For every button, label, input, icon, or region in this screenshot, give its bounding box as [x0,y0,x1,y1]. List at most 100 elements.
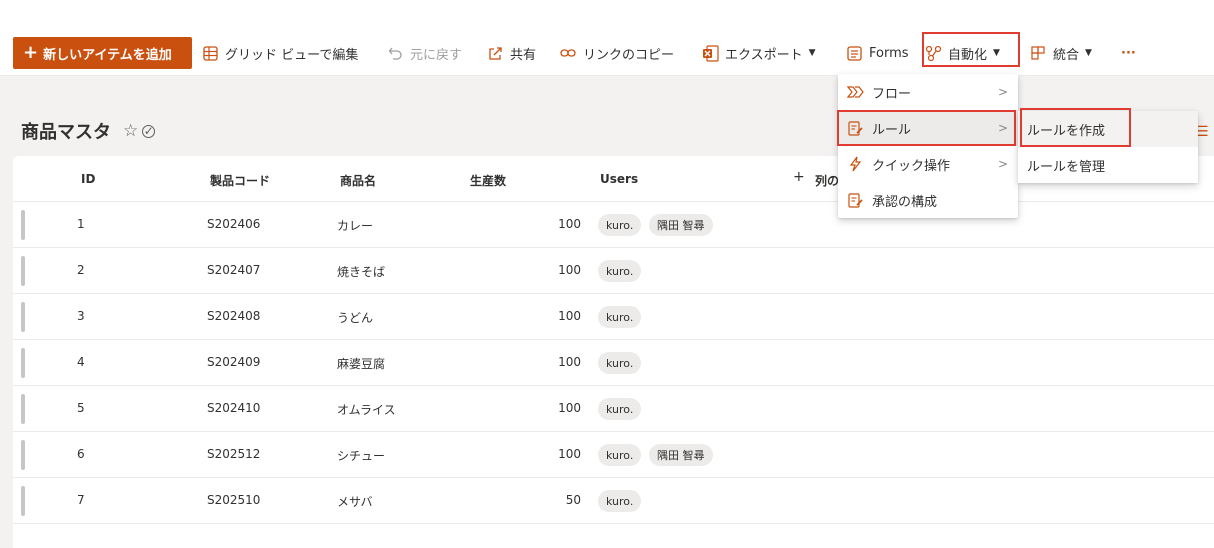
menu-item-approval[interactable]: 承認の構成 [838,182,1018,218]
row-selection-bar[interactable] [21,210,25,240]
column-header-name[interactable]: 商品名 [340,172,376,189]
cell-id: 2 [77,263,85,277]
column-header-id[interactable]: ID [81,172,95,186]
menu-item-flow[interactable]: フロー > [838,74,1018,110]
grid-edit-button[interactable]: グリッド ビューで編集 [201,37,358,69]
integrate-label: 統合 [1053,47,1080,63]
cell-name: カレー [337,219,374,233]
row-selection-bar[interactable] [21,348,25,378]
link-icon [559,44,577,62]
row-selection-bar[interactable] [21,486,25,516]
menu-item-quick-action[interactable]: クイック操作 > [838,146,1018,182]
grid-edit-label: グリッド ビューで編集 [225,47,359,63]
cell-name: 焼きそば [337,265,386,279]
add-column-plus-icon[interactable]: + [793,169,805,185]
excel-icon [701,44,719,62]
cell-id: 4 [77,355,85,369]
chevron-right-icon: > [997,85,1008,99]
chevron-right-icon: > [997,157,1008,171]
row-selection-bar[interactable] [21,256,25,286]
rule-highlight-box [837,110,1016,146]
cell-code: S202512 [207,447,261,461]
cell-qty: 100 [558,263,581,277]
user-pill[interactable]: kuro. [598,490,642,512]
column-header-users[interactable]: Users [600,172,638,186]
table-row[interactable]: 1 S202406 カレー 100 kuro. 隅田 智尋 [13,202,1214,248]
row-selection-bar[interactable] [21,440,25,470]
cell-id: 1 [77,217,85,231]
row-selection-bar[interactable] [21,302,25,332]
menu-item-manage-rules-label: ルールを管理 [1027,159,1106,175]
cell-name: シチュー [337,449,386,463]
chevron-down-icon: ▼ [1085,48,1092,58]
grid-icon [201,44,219,62]
table-row[interactable]: 6 S202512 シチュー 100 kuro. 隅田 智尋 [13,432,1214,478]
copy-link-button[interactable]: リンクのコピー [559,37,674,69]
share-label: 共有 [510,47,537,63]
cell-id: 7 [77,493,85,507]
table-row[interactable]: 4 S202409 麻婆豆腐 100 kuro. [13,340,1214,386]
export-button[interactable]: エクスポート ▼ [701,37,816,69]
user-pill[interactable]: kuro. [598,306,642,328]
cell-code: S202410 [207,401,261,415]
new-item-button[interactable]: + 新しいアイテムを追加 [13,37,192,69]
cell-code: S202510 [207,493,261,507]
user-pill[interactable]: kuro. [598,214,642,236]
user-pill[interactable]: kuro. [598,444,642,466]
cell-qty: 100 [558,401,581,415]
undo-icon [386,44,404,62]
add-column-label[interactable]: 列の [815,172,839,189]
create-rule-highlight-box [1020,108,1131,147]
cell-code: S202406 [207,217,261,231]
new-item-label: 新しいアイテムを追加 [43,47,172,63]
integrate-button[interactable]: 統合 ▼ [1029,37,1092,69]
copy-link-label: リンクのコピー [583,47,675,63]
favorite-star-icon[interactable]: ☆ [123,121,138,141]
menu-item-manage-rules[interactable]: ルールを管理 [1018,147,1198,183]
user-pill[interactable]: 隅田 智尋 [649,444,713,466]
cell-code: S202407 [207,263,261,277]
share-button[interactable]: 共有 [486,37,536,69]
cell-name: メサバ [337,495,373,509]
list-title-text: 商品マスタ [21,122,111,143]
column-header-qty[interactable]: 生産数 [470,172,506,189]
share-icon [486,44,504,62]
more-icon: ··· [1121,45,1136,61]
cell-qty: 100 [558,355,581,369]
cell-code: S202409 [207,355,261,369]
user-pill[interactable]: 隅田 智尋 [649,214,713,236]
forms-label: Forms [869,45,909,61]
user-pill[interactable]: kuro. [598,260,642,282]
user-pill[interactable]: kuro. [598,398,642,420]
approval-icon [846,191,864,209]
flow-icon [846,83,864,101]
column-header-code[interactable]: 製品コード [210,172,270,189]
cell-qty: 50 [565,493,581,507]
forms-button[interactable]: Forms [845,37,909,69]
menu-item-quick-action-label: クイック操作 [872,158,951,174]
user-pill[interactable]: kuro. [598,352,642,374]
cell-code: S202408 [207,309,261,323]
cell-qty: 100 [558,309,581,323]
integrate-icon [1029,44,1047,62]
table-row[interactable]: 5 S202410 オムライス 100 kuro. [13,386,1214,432]
menu-item-approval-label: 承認の構成 [872,194,938,210]
lightning-icon [846,155,864,173]
command-bar: + 新しいアイテムを追加 グリッド ビューで編集 元に戻す 共有 リンクのコピー… [0,0,1214,76]
automate-menu: フロー > ルール > クイック操作 > 承認の構成 [838,74,1018,218]
chevron-down-icon: ▼ [808,48,816,58]
cell-name: オムライス [337,403,396,417]
undo-button[interactable]: 元に戻す [386,37,462,69]
check-circle-icon[interactable]: ✓ [142,124,156,138]
list-title: 商品マスタ ☆ ✓ [21,118,156,144]
forms-icon [845,44,863,62]
table-row[interactable]: 2 S202407 焼きそば 100 kuro. [13,248,1214,294]
table-row[interactable]: 3 S202408 うどん 100 kuro. [13,294,1214,340]
table-row[interactable]: 7 S202510 メサバ 50 kuro. [13,478,1214,524]
row-selection-bar[interactable] [21,394,25,424]
menu-item-flow-label: フロー [872,86,912,102]
cell-id: 6 [77,447,85,461]
automate-highlight-box [922,32,1020,67]
more-button[interactable]: ··· [1121,37,1136,69]
list-grid: ID 製品コード 商品名 生産数 Users + 列の 1 S202406 カレー 1… [13,156,1214,548]
